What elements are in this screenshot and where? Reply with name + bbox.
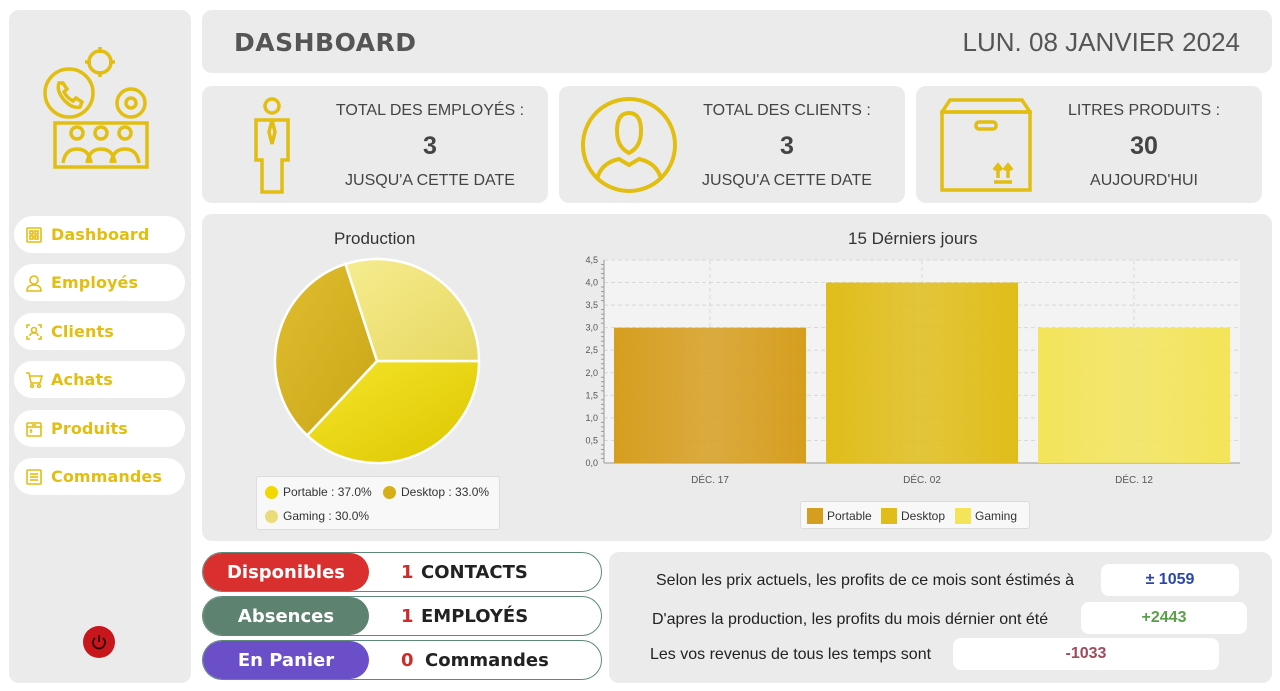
- status-available[interactable]: Disponibles 1 CONTACTS: [202, 552, 602, 592]
- profit-last-month-label: D'apres la production, les profits du mo…: [652, 611, 1049, 628]
- sidebar-item-label: Achats: [51, 370, 113, 389]
- legend-swatch-desktop: [383, 486, 396, 499]
- power-icon: [92, 635, 106, 650]
- profits-panel: Selon les prix actuels, les profits de c…: [609, 552, 1272, 683]
- bar-gaming-2: [1038, 327, 1230, 463]
- x-tick-label: DÉC. 12: [1115, 473, 1153, 486]
- page-title: DASHBOARD: [234, 28, 417, 57]
- pie-legend: Portable : 37.0% Desktop : 33.0% Gaming …: [256, 476, 500, 530]
- y-tick-label: 3,0: [585, 323, 598, 333]
- legend-gaming: Gaming : 30.0%: [283, 509, 370, 523]
- y-tick-label: 0,0: [585, 458, 598, 468]
- dashboard-icon: [26, 226, 42, 243]
- status-unit: EMPLOYÉS: [421, 606, 529, 627]
- y-tick-label: 2,0: [585, 368, 598, 378]
- bar-chart: 0,0 0,5 1,0 1,5 2,0 2,5 3,0 3,5 4,0 4,5 DÉC. 17 DÉC…: [585, 255, 1240, 486]
- card-value: 30: [1130, 132, 1158, 160]
- card-clients: TOTAL DES CLIENTS : 3 JUSQU'A CETTE DATE: [559, 86, 905, 203]
- sidebar-item-employes[interactable]: Employés: [14, 264, 185, 301]
- pie-chart-title: Production: [334, 229, 416, 248]
- client-avatar-icon: [581, 97, 677, 193]
- bar-portable-0: [614, 327, 806, 463]
- legend-swatch-desktop: [881, 508, 897, 524]
- profit-estimate-label: Selon les prix actuels, les profits de c…: [656, 572, 1074, 589]
- card-title: TOTAL DES EMPLOYÉS :: [335, 102, 525, 119]
- bar-chart-title: 15 Dérniers jours: [848, 229, 978, 248]
- status-unit: Commandes: [425, 650, 549, 671]
- card-value: 3: [780, 132, 794, 160]
- card-value: 3: [423, 132, 437, 160]
- sidebar-item-clients[interactable]: Clients: [14, 313, 185, 350]
- sidebar-item-produits[interactable]: Produits: [14, 410, 185, 447]
- card-title: LITRES PRODUITS :: [1067, 102, 1221, 119]
- revenue-all-time-label: Les vos revenus de tous les temps sont: [650, 646, 932, 663]
- sidebar-item-label: Dashboard: [51, 225, 150, 244]
- sidebar: Dashboard Employés Clients Achats Produi…: [9, 10, 191, 683]
- legend-swatch-gaming: [955, 508, 971, 524]
- charts-panel: Production Portable : 37.0% Desktop : 33…: [202, 214, 1272, 541]
- card-subtitle: JUSQU'A CETTE DATE: [345, 172, 515, 189]
- y-tick-label: 1,0: [585, 413, 598, 423]
- y-tick-label: 1,5: [585, 390, 598, 400]
- x-tick-label: DÉC. 17: [691, 473, 729, 486]
- status-absences[interactable]: Absences 1 EMPLOYÉS: [202, 596, 602, 636]
- legend-desktop: Desktop : 33.0%: [401, 485, 490, 499]
- bar-desktop-1: [826, 282, 1018, 463]
- revenue-all-time-value: -1033: [953, 638, 1219, 670]
- legend-portable: Portable : 37.0%: [283, 485, 372, 499]
- header-bar: DASHBOARD LUN. 08 JANVIER 2024: [202, 10, 1272, 73]
- y-tick-label: 3,5: [585, 300, 598, 310]
- package-icon: [940, 98, 1032, 192]
- card-title: TOTAL DES CLIENTS :: [703, 102, 871, 119]
- business-logo-icon: [43, 47, 149, 169]
- legend-swatch-portable: [265, 486, 278, 499]
- card-products: LITRES PRODUITS : 30 AUJOURD'HUI: [916, 86, 1262, 203]
- client-icon: [26, 323, 42, 340]
- status-unit: CONTACTS: [421, 562, 528, 583]
- sidebar-item-commandes[interactable]: Commandes: [14, 458, 185, 495]
- bar-legend-desktop: Desktop: [901, 509, 946, 523]
- cart-icon: [26, 371, 43, 388]
- employee-icon: [254, 97, 290, 194]
- power-button[interactable]: [83, 626, 115, 658]
- sidebar-item-label: Employés: [51, 273, 139, 292]
- card-subtitle: AUJOURD'HUI: [1090, 172, 1198, 189]
- legend-swatch-portable: [807, 508, 823, 524]
- user-icon: [26, 274, 42, 292]
- box-icon: [26, 421, 42, 437]
- status-count: 1: [401, 562, 414, 583]
- y-tick-label: 2,5: [585, 345, 598, 355]
- legend-swatch-gaming: [265, 510, 278, 523]
- y-tick-label: 4,0: [585, 278, 598, 288]
- sidebar-item-achats[interactable]: Achats: [14, 361, 185, 398]
- status-tag: Disponibles: [203, 553, 369, 591]
- pie-chart: [273, 257, 481, 465]
- profit-estimate-value: ± 1059: [1101, 564, 1239, 596]
- current-date: LUN. 08 JANVIER 2024: [962, 27, 1240, 57]
- profit-last-month-value: +2443: [1081, 602, 1247, 634]
- status-tag: Absences: [203, 597, 369, 635]
- bar-legend-portable: Portable: [827, 509, 872, 523]
- card-employees: TOTAL DES EMPLOYÉS : 3 JUSQU'A CETTE DAT…: [202, 86, 548, 203]
- sidebar-item-label: Produits: [51, 419, 128, 438]
- status-count: 1: [401, 606, 414, 627]
- sidebar-item-label: Clients: [51, 322, 114, 341]
- status-cart[interactable]: En Panier 0 Commandes: [202, 640, 602, 680]
- x-tick-label: DÉC. 02: [903, 473, 941, 486]
- status-tag: En Panier: [203, 641, 369, 679]
- status-count: 0: [401, 650, 414, 671]
- sidebar-item-label: Commandes: [51, 467, 162, 486]
- list-icon: [26, 468, 42, 485]
- card-subtitle: JUSQU'A CETTE DATE: [702, 172, 872, 189]
- y-tick-label: 0,5: [585, 435, 598, 445]
- bar-legend: Portable Desktop Gaming: [800, 501, 1030, 529]
- sidebar-item-dashboard[interactable]: Dashboard: [14, 216, 185, 253]
- y-tick-label: 4,5: [585, 255, 598, 265]
- bar-legend-gaming: Gaming: [975, 509, 1018, 523]
